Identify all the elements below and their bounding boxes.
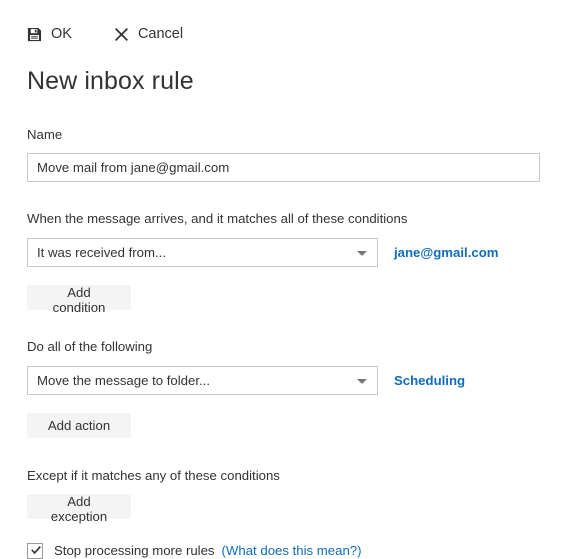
add-condition-button[interactable]: Add condition <box>27 285 131 315</box>
stop-processing-checkbox[interactable] <box>27 542 43 559</box>
ok-button[interactable]: OK <box>27 27 72 42</box>
condition-select-value: It was received from... <box>37 245 166 261</box>
add-exception-button[interactable]: Add exception <box>27 493 131 524</box>
close-x-icon <box>114 27 129 42</box>
what-does-this-mean-link[interactable]: (What does this mean?) <box>222 543 362 558</box>
actions-label: Do all of the following <box>27 339 153 355</box>
add-action-button[interactable]: Add action <box>27 413 131 439</box>
action-select-value: Move the message to folder... <box>37 373 210 389</box>
ok-button-label: OK <box>51 25 72 42</box>
name-field-label: Name <box>27 126 63 142</box>
action-value-link[interactable]: Scheduling <box>394 373 465 388</box>
chevron-down-icon <box>357 250 367 256</box>
stop-processing-label[interactable]: Stop processing more rules <box>54 543 215 558</box>
condition-value-link[interactable]: jane@gmail.com <box>394 245 498 260</box>
page-title: New inbox rule <box>27 67 194 95</box>
conditions-label: When the message arrives, and it matches… <box>27 211 408 227</box>
save-floppy-icon <box>27 27 42 42</box>
command-bar: OK Cancel <box>0 0 567 46</box>
action-row: Move the message to folder... Scheduling <box>27 366 567 396</box>
exceptions-label: Except if it matches any of these condit… <box>27 468 280 484</box>
name-input[interactable] <box>27 153 540 183</box>
condition-select[interactable]: It was received from... <box>27 238 378 268</box>
stop-processing-row: Stop processing more rules (What does th… <box>27 542 567 559</box>
cancel-button-label: Cancel <box>137 25 184 42</box>
checkmark-icon <box>30 545 42 557</box>
action-select[interactable]: Move the message to folder... <box>27 366 378 396</box>
condition-row: It was received from... jane@gmail.com <box>27 238 567 268</box>
cancel-button[interactable]: Cancel <box>114 27 183 42</box>
chevron-down-icon <box>357 378 367 384</box>
